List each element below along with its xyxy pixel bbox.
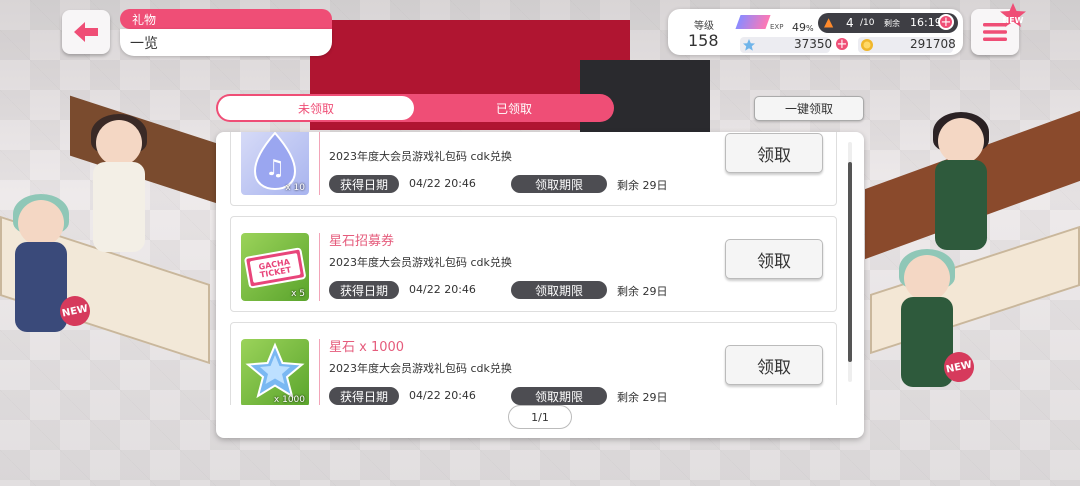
obtain-date-label: 获得日期 [329,281,399,299]
add-star-gem-button[interactable]: + [834,36,850,52]
item-description: 2023年度大会员游戏礼包码 cdk兑换 [329,362,512,375]
item-name: 星石招募券 [329,234,395,249]
stamina-value: 4 [846,16,854,30]
star-gem-value: 37350 [794,37,833,51]
item-count: x 5 [291,289,305,299]
item-description: 2023年度大会员游戏礼包码 cdk兑换 [329,150,512,163]
coin-icon [861,39,873,51]
claim-all-button[interactable]: 一键领取 [754,96,864,121]
scrollbar[interactable] [848,142,852,382]
claim-limit-label: 领取期限 [511,175,607,193]
page-title: 一览 [120,29,332,56]
exp-gauge [735,15,771,29]
character-right-dark [930,112,992,258]
character-dark-hair [88,114,150,260]
item-description: 2023年度大会员游戏礼包码 cdk兑换 [329,256,512,269]
level-value: 158 [688,31,719,50]
remaining-days: 剩余 29日 [617,391,668,404]
coin-value: 291708 [910,37,956,51]
back-button[interactable] [62,10,110,54]
gift-list-panel: ♫ x 10 2023年度大会员游戏礼包码 cdk兑换 获得日期 04/22 2… [216,132,864,438]
star-gem-icon [743,39,755,51]
item-count: x 1000 [273,395,305,405]
gift-item: GACHA TICKET x 5 星石招募券 2023年度大会员游戏礼包码 cd… [230,216,837,312]
claim-button[interactable]: 领取 [725,345,823,385]
gift-item: x 1000 星石 x 1000 2023年度大会员游戏礼包码 cdk兑换 获得… [230,322,837,405]
divider [319,233,320,301]
scrollbar-thumb[interactable] [848,162,852,362]
add-stamina-button[interactable]: + [938,14,954,30]
level-label: 等级 [694,21,714,32]
item-name: 星石 x 1000 [329,340,405,355]
remaining-days: 剩余 29日 [617,285,668,298]
claim-button[interactable]: 领取 [725,133,823,173]
divider [319,339,320,405]
stamina-max: /10 [860,18,875,28]
page-title-box: 礼物 一览 [120,9,332,56]
obtain-date: 04/22 20:46 [409,389,476,402]
svg-text:♫: ♫ [265,156,285,181]
claim-button[interactable]: 领取 [725,239,823,279]
fire-icon: ▲ [824,15,834,29]
obtain-date: 04/22 20:46 [409,283,476,296]
player-status: 等级 158 EXP 49% ▲ 4 /10 剩余 16:19 + 37350 … [668,9,963,55]
gift-item: ♫ x 10 2023年度大会员游戏礼包码 cdk兑换 获得日期 04/22 2… [230,132,837,206]
divider [319,132,320,195]
claim-limit-label: 领取期限 [511,387,607,405]
stamina-timer: 16:19 [910,16,942,29]
remaining-label: 剩余 [884,19,900,28]
star-gem-item-icon: x 1000 [241,339,309,405]
menu-new-badge: NEW [998,2,1028,28]
obtain-date-label: 获得日期 [329,175,399,193]
back-arrow-icon [74,22,98,42]
page-category: 礼物 [120,9,332,29]
gift-list[interactable]: ♫ x 10 2023年度大会员游戏礼包码 cdk兑换 获得日期 04/22 2… [216,132,864,405]
page-indicator: 1/1 [508,405,572,429]
obtain-date-label: 获得日期 [329,387,399,405]
tab-claimed[interactable]: 已领取 [416,96,612,120]
obtain-date: 04/22 20:46 [409,177,476,190]
gacha-ticket-icon: GACHA TICKET x 5 [241,233,309,301]
music-crystal-icon: ♫ x 10 [241,132,309,195]
gift-tabs: 未领取 已领取 [216,94,614,122]
tab-unclaimed[interactable]: 未领取 [218,96,414,120]
claim-limit-label: 领取期限 [511,281,607,299]
stamina-bar: ▲ 4 /10 剩余 16:19 [818,13,958,33]
exp-value: 49% [792,21,814,34]
item-count: x 10 [285,183,305,193]
remaining-days: 剩余 29日 [617,179,668,192]
exp-label: EXP [770,23,784,31]
